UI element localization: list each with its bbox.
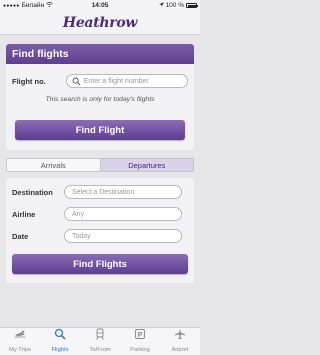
- find-flights-card: Find flights Flight no. Enter a flight n…: [6, 44, 194, 150]
- signal-icon: ●●●●●: [3, 2, 20, 9]
- find-flights-button[interactable]: Find Flights: [12, 254, 188, 274]
- date-placeholder: Today: [72, 232, 91, 240]
- tab-flights-label: Flights: [51, 347, 69, 353]
- location-arrow-icon: [158, 2, 164, 9]
- wifi-icon: [46, 2, 53, 9]
- destination-field[interactable]: Select a Destination: [64, 185, 182, 199]
- airplane-icon: [174, 328, 186, 347]
- airline-label: Airline: [12, 209, 36, 219]
- destination-row: Destination Select a Destination: [12, 185, 188, 199]
- today-only-note: This search is only for today's flights: [45, 96, 155, 103]
- plane-trips-icon: [14, 328, 26, 347]
- search-icon: [54, 328, 66, 347]
- battery-group: 100 %: [158, 2, 198, 9]
- airline-field[interactable]: Any: [64, 207, 182, 221]
- destination-label: Destination: [12, 187, 53, 197]
- carrier-name: Билайн: [21, 2, 45, 9]
- flight-number-input[interactable]: Enter a flight number: [65, 74, 188, 88]
- status-bar: ●●●●● Билайн 14:05 100 %: [0, 0, 200, 11]
- heathrow-logo: Heathrow: [62, 14, 138, 31]
- tab-airport-label: Airport: [171, 347, 189, 353]
- find-flights-title: Find flights: [6, 44, 194, 64]
- battery-percent: 100 %: [165, 2, 184, 9]
- tab-parking[interactable]: P Parking: [120, 328, 160, 355]
- tab-my-trips-label: My Trips: [9, 347, 31, 353]
- date-field[interactable]: Today: [64, 229, 182, 243]
- app-header: Heathrow: [0, 11, 200, 35]
- tab-parking-label: Parking: [130, 347, 150, 353]
- tab-flights[interactable]: Flights: [40, 328, 80, 355]
- flight-number-row: Flight no. Enter a flight number: [12, 74, 188, 88]
- flight-number-placeholder: Enter a flight number: [83, 77, 149, 85]
- destination-placeholder: Select a Destination: [72, 188, 135, 196]
- airline-row: Airline Any: [12, 207, 188, 221]
- bottom-tab-bar: My Trips Flights To/From P Parking Airpo…: [0, 327, 200, 355]
- flight-number-label: Flight no.: [12, 76, 46, 86]
- tab-to-from[interactable]: To/From: [80, 328, 120, 355]
- svg-text:P: P: [138, 332, 143, 339]
- carrier-group: ●●●●● Билайн: [3, 2, 53, 9]
- tab-airport[interactable]: Airport: [160, 328, 200, 355]
- battery-icon: [186, 3, 198, 8]
- tab-departures[interactable]: Departures: [99, 159, 193, 171]
- find-flight-button[interactable]: Find Flight: [15, 120, 185, 140]
- flight-search-form: Destination Select a Destination Airline…: [6, 178, 194, 283]
- arrivals-departures-toggle: Arrivals Departures: [6, 158, 194, 172]
- search-icon: [72, 77, 81, 86]
- parking-icon: P: [134, 328, 146, 347]
- tab-my-trips[interactable]: My Trips: [0, 328, 40, 355]
- train-icon: [94, 328, 106, 347]
- tab-to-from-label: To/From: [89, 347, 111, 353]
- tab-arrivals[interactable]: Arrivals: [7, 159, 100, 171]
- date-row: Date Today: [12, 229, 188, 243]
- airline-placeholder: Any: [72, 210, 85, 218]
- date-label: Date: [12, 231, 29, 241]
